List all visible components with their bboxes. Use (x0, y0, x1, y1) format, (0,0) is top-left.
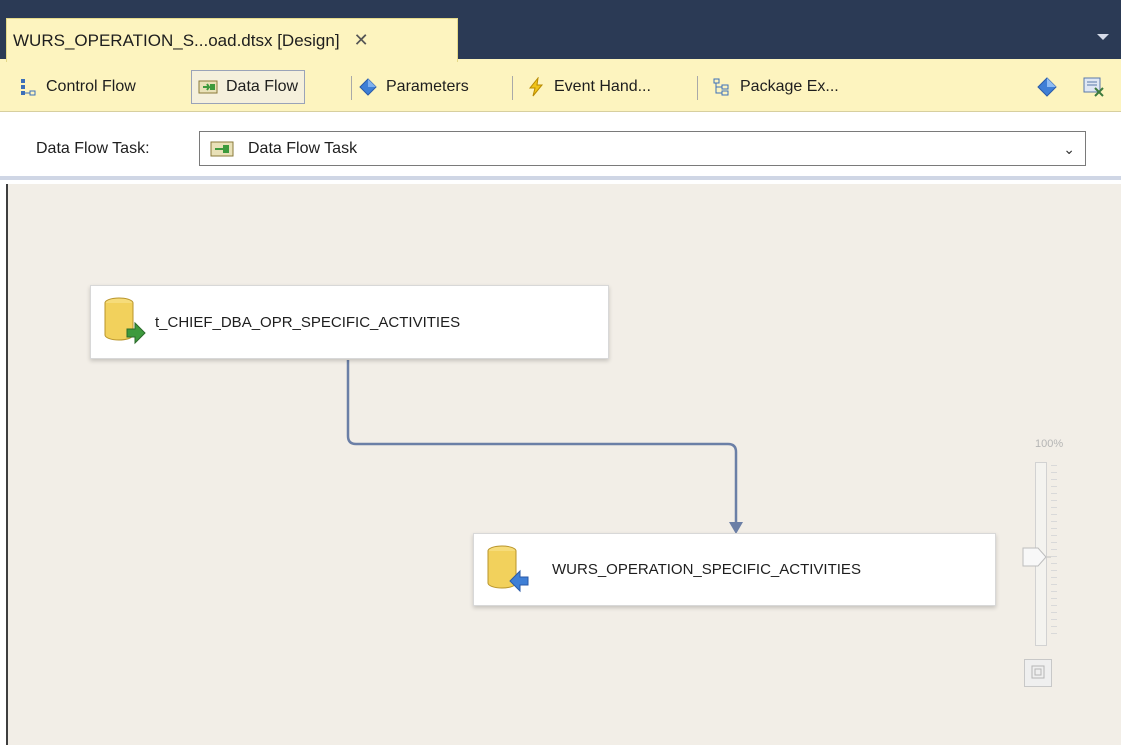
tab-label: Package Ex... (740, 78, 839, 95)
source-component-name: t_CHIEF_DBA_OPR_SPECIFIC_ACTIVITIES (155, 313, 461, 331)
tab-parameters[interactable]: Parameters (352, 70, 475, 104)
ole-db-source-icon (103, 295, 146, 349)
source-component[interactable]: t_CHIEF_DBA_OPR_SPECIFIC_ACTIVITIES (90, 285, 609, 359)
ole-db-destination-icon (486, 543, 529, 597)
event-handlers-icon (526, 76, 546, 97)
tab-separator (697, 76, 698, 100)
tab-package-explorer[interactable]: Package Ex... (706, 70, 845, 104)
data-flow-canvas[interactable]: t_CHIEF_DBA_OPR_SPECIFIC_ACTIVITIES WURS… (6, 184, 1121, 745)
task-selector-value: Data Flow Task (248, 139, 358, 157)
data-flow-icon (198, 77, 218, 97)
tab-separator (512, 76, 513, 100)
document-tab-title: WURS_OPERATION_S...oad.dtsx [Design] (13, 30, 340, 50)
task-selector-label: Data Flow Task: (36, 140, 150, 157)
data-path-connector[interactable] (8, 184, 1121, 745)
data-flow-task-dropdown[interactable]: Data Flow Task ⌄ (199, 131, 1086, 166)
destination-component-name: WURS_OPERATION_SPECIFIC_ACTIVITIES (552, 561, 861, 578)
zoom-fit-icon (1030, 664, 1046, 683)
tab-label: Data Flow (226, 78, 299, 95)
designer-tab-bar: Control Flow Data Flow Parameters Event … (0, 62, 1121, 112)
data-flow-task-icon (210, 140, 234, 158)
tab-data-flow[interactable]: Data Flow (191, 70, 306, 104)
tab-label: Control Flow (46, 78, 136, 95)
tab-control-flow[interactable]: Control Flow (12, 70, 142, 104)
zoom-slider-thumb[interactable] (1022, 546, 1052, 568)
parameters-diamond-icon[interactable] (1036, 76, 1058, 101)
control-flow-icon (18, 77, 38, 97)
close-icon[interactable]: ✕ (354, 30, 369, 51)
document-tab[interactable]: WURS_OPERATION_S...oad.dtsx [Design] ✕ (6, 18, 458, 62)
chevron-down-icon: ⌄ (1063, 141, 1075, 157)
tab-label: Event Hand... (554, 78, 651, 95)
package-explorer-icon (712, 77, 732, 97)
parameters-icon (358, 77, 378, 97)
document-tab-strip: WURS_OPERATION_S...oad.dtsx [Design] ✕ (0, 0, 1121, 62)
task-selector-row: Data Flow Task: Data Flow Task ⌄ (0, 112, 1121, 180)
zoom-to-fit-button[interactable] (1024, 659, 1052, 687)
tab-label: Parameters (386, 78, 469, 95)
zoom-level-label: 100% (1035, 438, 1064, 450)
package-settings-icon[interactable] (1082, 75, 1106, 102)
tab-event-handlers[interactable]: Event Hand... (520, 70, 657, 104)
destination-component[interactable]: WURS_OPERATION_SPECIFIC_ACTIVITIES (473, 533, 996, 606)
tab-list-dropdown-icon[interactable] (1097, 34, 1109, 40)
